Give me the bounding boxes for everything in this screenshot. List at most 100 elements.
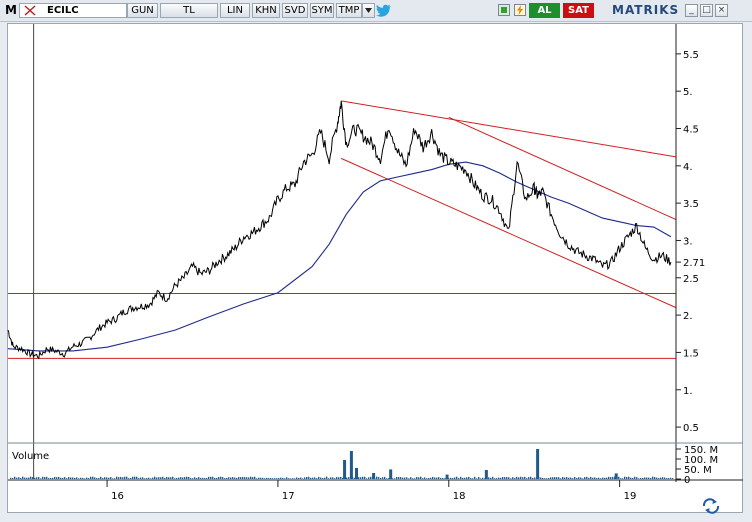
volume-bar	[442, 477, 444, 479]
volume-bar	[386, 478, 388, 479]
volume-bar	[388, 478, 390, 479]
volume-bar	[230, 477, 232, 479]
volume-bar	[508, 477, 510, 479]
volume-bar	[72, 477, 74, 479]
volume-bar	[334, 478, 336, 479]
volume-bar	[112, 478, 114, 479]
volume-bar	[362, 476, 364, 479]
volume-bar	[232, 477, 234, 479]
volume-bar	[570, 477, 572, 479]
volume-bar	[524, 476, 526, 479]
volume-bar	[134, 476, 136, 479]
volume-bar	[660, 477, 662, 479]
volume-bar	[414, 478, 416, 479]
volume-bar	[266, 477, 268, 479]
volume-bar	[12, 478, 14, 479]
volume-bar	[294, 478, 296, 479]
volume-bar	[622, 478, 624, 479]
volume-bar	[488, 477, 490, 479]
volume-bar	[60, 477, 62, 479]
volume-bar	[250, 476, 252, 479]
volume-bar	[568, 477, 570, 479]
x-tick-label: 17	[282, 491, 295, 502]
volume-bar	[450, 477, 452, 479]
y-tick-label: 3.5	[683, 199, 699, 210]
volume-bar	[270, 478, 272, 479]
volume-bar	[128, 478, 130, 479]
volume-bar	[445, 474, 449, 479]
volume-bar	[596, 478, 598, 479]
volume-bar	[624, 476, 626, 479]
volume-bar	[632, 477, 634, 479]
volume-bar	[634, 476, 636, 479]
volume-bar	[530, 476, 532, 479]
volume-bar	[552, 477, 554, 479]
volume-bar	[346, 477, 348, 479]
volume-bar	[336, 477, 338, 479]
trend-line	[448, 116, 677, 221]
volume-bar	[212, 476, 214, 479]
volume-bar	[40, 478, 42, 479]
volume-bar	[626, 477, 628, 479]
volume-bar	[296, 477, 298, 479]
volume-bar	[580, 477, 582, 479]
volume-bar	[664, 477, 666, 479]
volume-bar	[402, 477, 404, 479]
volume-bar	[398, 477, 400, 479]
volume-bar	[44, 477, 46, 479]
volume-bar	[600, 478, 602, 479]
volume-bar	[244, 477, 246, 479]
volume-bar	[494, 478, 496, 479]
volume-bar	[554, 477, 556, 479]
volume-bar	[606, 477, 608, 479]
volume-bar	[108, 477, 110, 479]
y-tick-label: 1.5	[683, 348, 699, 359]
volume-bar	[396, 476, 398, 479]
x-tick-label: 16	[111, 491, 124, 502]
volume-bar	[286, 477, 288, 479]
volume-bar	[482, 477, 484, 479]
volume-bar	[246, 477, 248, 479]
volume-bar	[670, 477, 672, 479]
volume-bar	[598, 477, 600, 479]
volume-bar	[454, 477, 456, 479]
volume-bar	[70, 477, 72, 479]
x-tick-label: 19	[624, 491, 637, 502]
volume-bar	[338, 477, 340, 479]
volume-bar	[512, 477, 514, 479]
volume-bar	[94, 477, 96, 479]
refresh-icon[interactable]	[700, 497, 722, 515]
price-chart[interactable]: 0.5 1. 1.5 2. 2.5 3. 3.5 4. 4.5 5. 5.5 16 17 18 19 2.71…	[0, 0, 752, 522]
volume-bar	[526, 478, 528, 479]
volume-bar	[228, 477, 230, 479]
volume-bar	[406, 477, 408, 479]
volume-bar	[438, 477, 440, 479]
volume-bar	[424, 477, 426, 479]
volume-bar	[484, 470, 488, 479]
volume-bar	[120, 476, 122, 479]
volume-bar	[154, 476, 156, 479]
volume-bar	[142, 477, 144, 479]
volume-bar	[502, 477, 504, 479]
volume-bar	[466, 477, 468, 479]
volume-bar	[124, 476, 126, 479]
volume-bar	[462, 477, 464, 479]
volume-bar	[284, 478, 286, 479]
volume-bar	[364, 476, 366, 479]
volume-bar	[140, 477, 142, 479]
volume-bar	[444, 478, 446, 479]
volume-bar	[202, 477, 204, 479]
volume-bar	[522, 477, 524, 479]
volume-bar	[218, 477, 220, 479]
volume-bar	[666, 478, 668, 479]
volume-bar	[440, 477, 442, 479]
volume-bar	[102, 478, 104, 479]
volume-bar	[158, 477, 160, 479]
volume-bar	[42, 476, 44, 479]
volume-bar	[420, 476, 422, 479]
volume-bar	[150, 478, 152, 479]
volume-bar	[394, 478, 396, 479]
volume-bar	[546, 478, 548, 479]
volume-bar	[226, 477, 228, 479]
volume-bar	[166, 476, 168, 479]
